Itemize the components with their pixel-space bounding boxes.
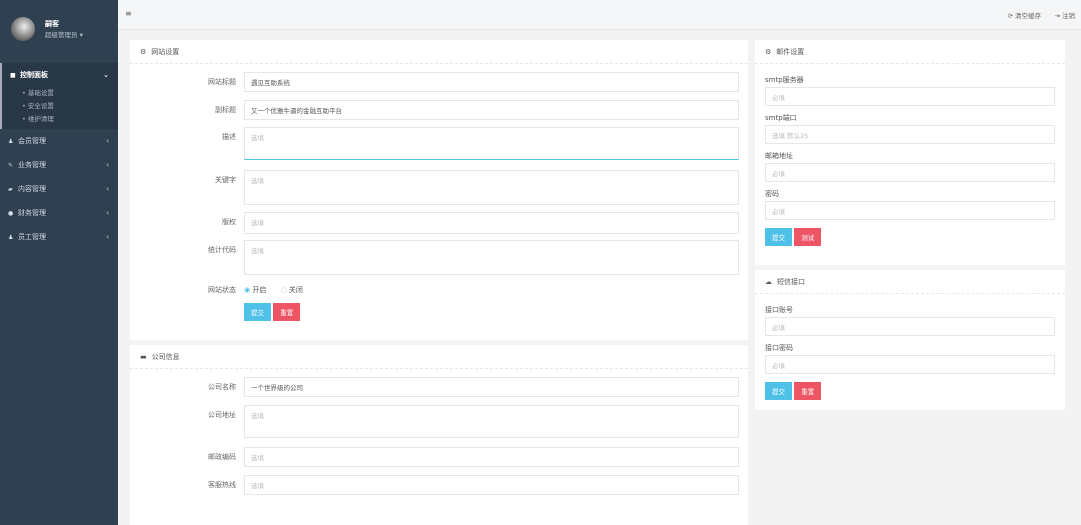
field-input[interactable]: 选填 xyxy=(244,475,739,495)
money-icon: ● xyxy=(8,209,14,217)
chevron-left-icon: ‹ xyxy=(106,209,109,217)
company-info-panel: ▬ 公司信息 公司名称 一个世界级的公司 公司地址 选填 邮政编码 选填 客服热线 选填 xyxy=(130,345,748,525)
topbar: ≡ ⟳ 清空缓存 ⇥ 注销 xyxy=(118,0,1081,30)
nav-business[interactable]: ✎ 业务管理 ‹ xyxy=(0,153,118,177)
user-role-dropdown[interactable]: 超级管理员 ▾ xyxy=(45,29,83,39)
chevron-left-icon: ‹ xyxy=(106,233,109,241)
field-input[interactable]: 选填 xyxy=(244,405,739,438)
profile: 嗣客 超级管理员 ▾ xyxy=(0,0,118,58)
chat-icon: ☁ xyxy=(765,277,772,286)
sidebar: 嗣客 超级管理员 ▾ ■ 控制面板 ⌄ • 基础设置 • 安全设置 • 维护清理 ♟… xyxy=(0,0,118,525)
field-input[interactable]: 又一个优雅牛逼的金融互助平台 xyxy=(244,100,739,120)
field-input[interactable]: 选填 xyxy=(244,447,739,467)
avatar[interactable] xyxy=(11,17,35,41)
radio-on[interactable]: ◉ 开启 xyxy=(244,286,266,294)
site-settings-panel: ⚙ 网站设置 网站标题 遇见互助系统 副标题 又一个优雅牛逼的金融互助平台 描述 选填 关键字… xyxy=(130,40,748,340)
nav-sub-label: 基础设置 xyxy=(27,89,54,97)
field-input[interactable]: 选填 xyxy=(244,127,739,160)
field-input[interactable]: 选填 xyxy=(244,240,739,275)
menu-toggle-icon[interactable]: ≡ xyxy=(125,9,132,18)
field-label: smtp服务器 xyxy=(765,76,804,84)
test-button[interactable]: 测试 xyxy=(794,228,822,246)
logout-label: 注销 xyxy=(1062,12,1075,20)
nav-staff[interactable]: ♟ 员工管理 ‹ xyxy=(0,225,118,249)
field-input[interactable]: 必填 xyxy=(765,87,1055,106)
field-label: 邮箱地址 xyxy=(765,152,793,160)
field-input[interactable]: 必填 xyxy=(765,163,1055,182)
nav-label: 员工管理 xyxy=(18,233,46,241)
chevron-left-icon: ‹ xyxy=(106,137,109,145)
field-label: 客服热线 xyxy=(208,481,236,489)
field-input[interactable]: 必填 xyxy=(765,355,1055,374)
nav-sub-label: 维护清理 xyxy=(27,115,54,123)
field-input[interactable]: 必填 xyxy=(765,317,1055,336)
nav-sub-security[interactable]: • 安全设置 xyxy=(0,100,118,113)
nav-finance[interactable]: ● 财务管理 ‹ xyxy=(0,201,118,225)
nav-sub-basic[interactable]: • 基础设置 xyxy=(0,87,118,100)
field-input[interactable]: 选填 xyxy=(244,212,739,234)
field-label: smtp端口 xyxy=(765,114,797,122)
nav-label: 控制面板 xyxy=(20,71,48,79)
chevron-left-icon: ‹ xyxy=(106,161,109,169)
field-input[interactable]: 选填 xyxy=(244,170,739,205)
logout-button[interactable]: ⇥ 注销 xyxy=(1054,10,1075,20)
field-label: 公司地址 xyxy=(208,411,236,419)
nav-content[interactable]: ▰ 内容管理 ‹ xyxy=(0,177,118,201)
sms-interface-panel: ☁ 短信接口 接口账号 必填 接口密码 必填 提交 重置 xyxy=(755,270,1065,410)
building-icon: ▬ xyxy=(140,352,147,361)
clear-cache-label: 清空缓存 xyxy=(1015,12,1041,20)
user-icon: ♟ xyxy=(8,137,14,145)
radio-off[interactable]: ○ 关闭 xyxy=(281,286,303,294)
panel-title: 网站设置 xyxy=(151,47,180,56)
nav-label: 业务管理 xyxy=(18,161,46,169)
submit-button[interactable]: 提交 xyxy=(765,382,792,400)
field-label: 副标题 xyxy=(215,106,236,114)
folder-icon: ▰ xyxy=(8,185,13,193)
nav-label: 会员管理 xyxy=(18,137,46,145)
field-label: 关键字 xyxy=(215,176,236,184)
field-label: 公司名称 xyxy=(208,383,236,391)
nav-sub-maintenance[interactable]: • 维护清理 xyxy=(0,113,118,129)
mail-settings-panel: ⚙ 邮件设置 smtp服务器 必填 smtp端口 选填 默认25 邮箱地址 必填 密码 必填 提… xyxy=(755,40,1065,265)
submit-button[interactable]: 提交 xyxy=(244,303,271,321)
field-label: 邮政编码 xyxy=(208,453,236,461)
reset-button[interactable]: 重置 xyxy=(794,382,822,400)
nav-dashboard[interactable]: ■ 控制面板 ⌄ xyxy=(0,63,118,87)
panel-title: 短信接口 xyxy=(777,277,805,286)
nav-members[interactable]: ♟ 会员管理 ‹ xyxy=(0,129,118,153)
field-label: 网站标题 xyxy=(208,78,236,86)
gear-icon: ⚙ xyxy=(140,47,147,56)
site-status-radio: ◉ 开启 ○ 关闭 xyxy=(244,285,303,295)
panel-title: 公司信息 xyxy=(151,352,180,361)
chevron-left-icon: ‹ xyxy=(106,185,109,193)
field-label: 接口账号 xyxy=(765,306,793,314)
chevron-down-icon: ⌄ xyxy=(103,71,109,79)
field-input[interactable]: 一个世界级的公司 xyxy=(244,377,739,397)
clear-cache-button[interactable]: ⟳ 清空缓存 xyxy=(1007,10,1041,20)
field-input[interactable]: 必填 xyxy=(765,201,1055,220)
reset-button[interactable]: 重置 xyxy=(273,303,301,321)
nav-sub-label: 安全设置 xyxy=(27,102,54,110)
field-label: 网站状态 xyxy=(208,286,236,294)
user-icon: ♟ xyxy=(8,233,14,241)
field-label: 描述 xyxy=(222,133,236,141)
field-input[interactable]: 选填 默认25 xyxy=(765,125,1055,144)
panel-title: 邮件设置 xyxy=(776,47,805,56)
nav-label: 内容管理 xyxy=(18,185,46,193)
field-label: 版权 xyxy=(222,218,236,226)
user-name: 嗣客 xyxy=(45,20,59,28)
radio-label: 开启 xyxy=(252,286,267,294)
submit-button[interactable]: 提交 xyxy=(765,228,792,246)
field-label: 接口密码 xyxy=(765,344,793,352)
main-content: ⚙ 网站设置 网站标题 遇见互助系统 副标题 又一个优雅牛逼的金融互助平台 描述 选填 关键字… xyxy=(118,30,1081,525)
field-label: 密码 xyxy=(765,190,779,198)
field-label: 统计代码 xyxy=(208,246,236,254)
field-input[interactable]: 遇见互助系统 xyxy=(244,72,739,92)
edit-icon: ✎ xyxy=(8,161,14,169)
nav-label: 财务管理 xyxy=(18,209,46,217)
settings-icon: ⚙ xyxy=(765,47,772,56)
radio-label: 关闭 xyxy=(288,286,303,294)
home-icon: ■ xyxy=(10,71,16,79)
